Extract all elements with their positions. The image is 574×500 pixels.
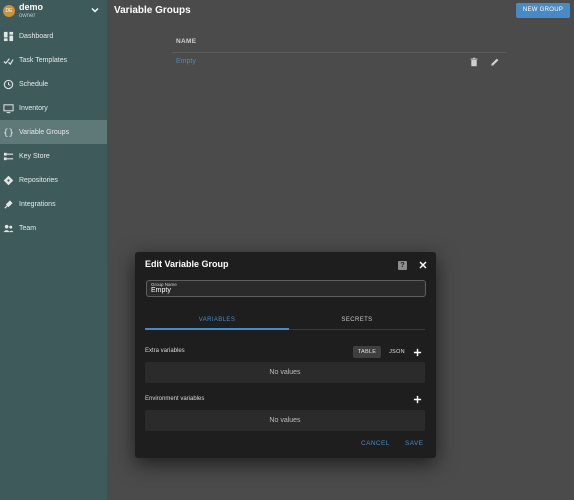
plug-icon <box>4 199 13 209</box>
sidebar: DE demo owner Dashboard Task Templates S… <box>0 0 107 500</box>
environment-variables-empty: No values <box>145 410 425 431</box>
clock-icon <box>3 79 14 89</box>
project-role: owner <box>19 13 36 19</box>
sidebar-item-label: Repositories <box>19 176 58 184</box>
project-switcher[interactable]: DE demo owner <box>0 0 107 22</box>
cancel-button[interactable]: CANCEL <box>361 440 390 447</box>
delete-icon[interactable] <box>469 57 479 67</box>
sidebar-item-label: Key Store <box>19 152 50 160</box>
project-avatar: DE <box>3 5 15 17</box>
dialog-title: Edit Variable Group <box>145 259 229 269</box>
people-icon <box>3 224 14 232</box>
edit-icon[interactable] <box>490 57 500 67</box>
help-icon[interactable]: ? <box>398 261 407 270</box>
json-toggle-button[interactable]: JSON <box>384 346 410 358</box>
sidebar-item-label: Inventory <box>19 104 48 112</box>
sidebar-item-key-store[interactable]: Key Store <box>0 144 107 168</box>
sidebar-item-inventory[interactable]: Inventory <box>0 96 107 120</box>
format-toggle: TABLE JSON <box>353 346 409 358</box>
page-title: Variable Groups <box>114 5 191 16</box>
key-icon <box>3 152 14 160</box>
project-name: demo <box>19 2 44 12</box>
monitor-icon <box>3 103 14 113</box>
sidebar-item-label: Variable Groups <box>19 128 70 136</box>
sidebar-item-repositories[interactable]: Repositories <box>0 168 107 192</box>
sidebar-item-integrations[interactable]: Integrations <box>0 192 107 216</box>
sidebar-item-variable-groups[interactable]: {} Variable Groups <box>0 120 107 144</box>
top-bar: Variable Groups NEW GROUP <box>107 0 574 22</box>
tab-variables[interactable]: VARIABLES <box>145 310 289 330</box>
sidebar-item-label: Team <box>19 224 37 232</box>
sidebar-item-dashboard[interactable]: Dashboard <box>0 24 107 48</box>
sidebar-item-label: Schedule <box>19 80 49 88</box>
dashboard-icon <box>3 31 14 41</box>
edit-variable-group-dialog: Edit Variable Group ? Group Name VARIABL… <box>135 252 436 458</box>
table-row: Empty <box>172 53 506 73</box>
sidebar-item-schedule[interactable]: Schedule <box>0 72 107 96</box>
sidebar-item-label: Dashboard <box>19 32 54 40</box>
sidebar-menu: Dashboard Task Templates Schedule Invent… <box>0 24 107 240</box>
save-button[interactable]: SAVE <box>405 440 423 447</box>
check-list-icon <box>3 57 14 65</box>
chevron-down-icon[interactable] <box>90 5 100 15</box>
sidebar-item-label: Integrations <box>19 200 56 208</box>
add-environment-variable-icon[interactable] <box>413 395 422 404</box>
column-header-name: NAME <box>176 38 197 45</box>
group-name-link[interactable]: Empty <box>176 58 196 65</box>
new-group-button[interactable]: NEW GROUP <box>516 3 570 18</box>
table-toggle-button[interactable]: TABLE <box>353 346 381 358</box>
extra-variables-label: Extra variables <box>145 348 185 354</box>
sidebar-item-label: Task Templates <box>19 56 68 64</box>
git-icon <box>3 175 14 185</box>
dialog-tabs: VARIABLES SECRETS <box>145 310 425 330</box>
sidebar-item-team[interactable]: Team <box>0 216 107 240</box>
extra-variables-empty: No values <box>145 362 425 383</box>
close-icon[interactable] <box>418 260 428 270</box>
group-name-field[interactable]: Group Name <box>146 280 426 297</box>
tab-secrets[interactable]: SECRETS <box>289 310 425 330</box>
braces-icon: {} <box>3 127 14 137</box>
group-name-input[interactable] <box>151 287 411 294</box>
add-extra-variable-icon[interactable] <box>413 348 422 357</box>
svg-text:{}: {} <box>3 127 14 137</box>
sidebar-item-task-templates[interactable]: Task Templates <box>0 48 107 72</box>
environment-variables-label: Environment variables <box>145 396 205 402</box>
